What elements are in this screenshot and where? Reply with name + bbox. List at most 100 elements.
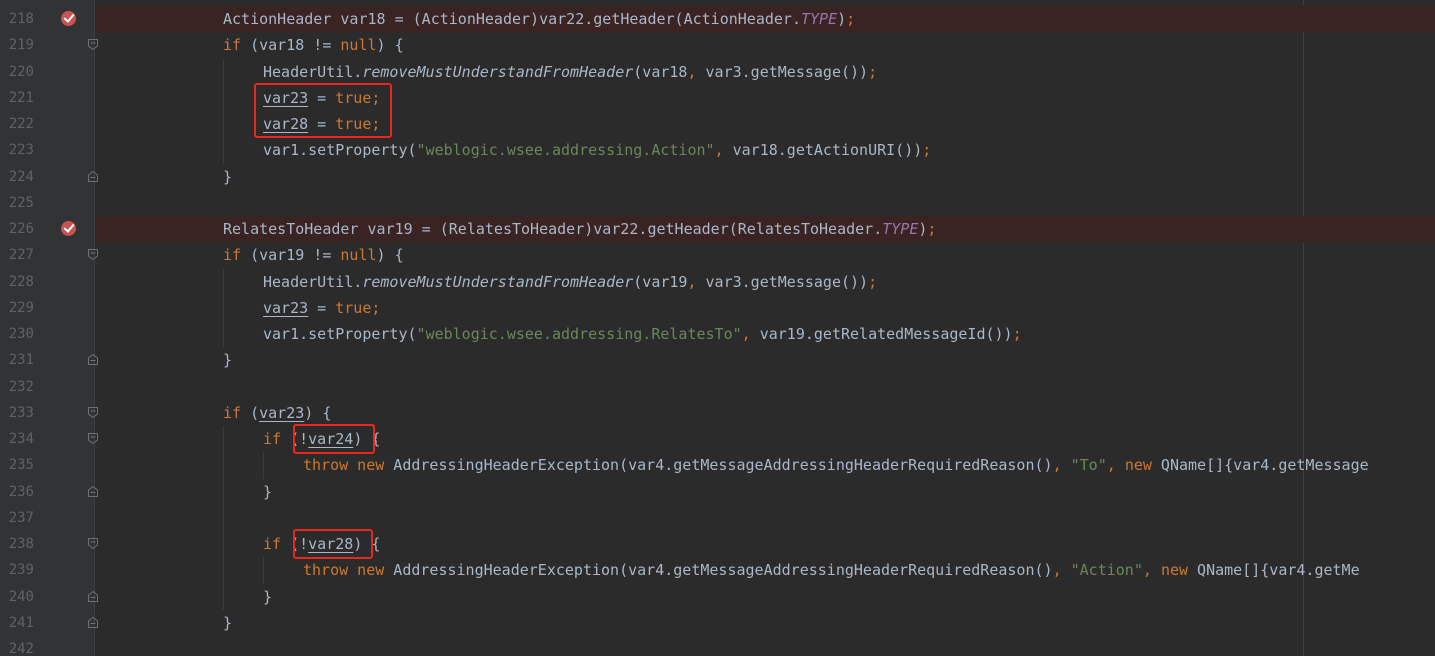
line-number[interactable]: 240 xyxy=(0,588,34,606)
code-text[interactable]: } xyxy=(263,587,272,607)
line-number[interactable]: 236 xyxy=(0,483,34,501)
fold-close-icon[interactable] xyxy=(88,485,98,497)
code-line[interactable]: 225 xyxy=(0,190,1435,216)
code-token: "weblogic.wsee.addressing.Action" xyxy=(416,141,715,160)
code-line[interactable]: 219 if (var18 != null) { xyxy=(0,32,1435,58)
code-line[interactable]: 226 RelatesToHeader var19 = (RelatesToHea… xyxy=(0,216,1435,243)
line-number[interactable]: 242 xyxy=(0,640,34,656)
code-text[interactable]: ActionHeader var18 = (ActionHeader)var22… xyxy=(223,9,855,29)
code-line[interactable]: 236} xyxy=(0,479,1435,505)
code-text[interactable]: RelatesToHeader var19 = (RelatesToHeader… xyxy=(223,219,936,239)
code-token: var3.getMessage()) xyxy=(705,62,869,81)
code-text[interactable]: } xyxy=(223,350,232,370)
fold-open-icon[interactable] xyxy=(88,538,98,549)
line-number[interactable]: 220 xyxy=(0,63,34,81)
line-number[interactable]: 234 xyxy=(0,430,34,448)
code-token: throw new xyxy=(303,456,385,475)
line-number[interactable]: 224 xyxy=(0,168,34,186)
code-text[interactable]: } xyxy=(263,482,272,502)
code-line[interactable]: 227 if (var19 != null) { xyxy=(0,242,1435,268)
code-line[interactable]: 234 if (!var24) { xyxy=(0,426,1435,452)
line-number[interactable]: 222 xyxy=(0,115,34,133)
code-text[interactable]: var23 = true; xyxy=(263,298,380,318)
code-line[interactable]: 229 var23 = true; xyxy=(0,295,1435,321)
code-text[interactable]: } xyxy=(223,613,232,633)
line-number[interactable]: 233 xyxy=(0,404,34,422)
line-number[interactable]: 230 xyxy=(0,325,34,343)
line-number[interactable]: 228 xyxy=(0,273,34,291)
line-number[interactable]: 235 xyxy=(0,456,34,474)
not-var24-highlight-box xyxy=(293,424,375,454)
code-token: , xyxy=(687,272,706,291)
code-text[interactable]: var1.setProperty("weblogic.wsee.addressi… xyxy=(263,324,1022,344)
code-token: ; xyxy=(868,272,878,291)
code-text[interactable]: throw new AddressingHeaderException(var4… xyxy=(303,560,1360,580)
code-token: ( xyxy=(241,403,260,422)
indent-guide xyxy=(223,268,224,348)
code-text[interactable]: HeaderUtil.removeMustUnderstandFromHeade… xyxy=(263,272,877,292)
line-number[interactable]: 232 xyxy=(0,378,34,396)
line-number[interactable]: 238 xyxy=(0,535,34,553)
code-token: } xyxy=(223,351,233,370)
line-number[interactable]: 221 xyxy=(0,89,34,107)
assign-true-highlight-box xyxy=(254,82,392,138)
fold-open-icon[interactable] xyxy=(88,433,98,444)
line-number[interactable]: 241 xyxy=(0,614,34,632)
line-number[interactable]: 219 xyxy=(0,36,34,54)
code-line[interactable]: 239 throw new AddressingHeaderException(v… xyxy=(0,557,1435,583)
code-text[interactable]: HeaderUtil.removeMustUnderstandFromHeade… xyxy=(263,62,877,82)
code-line[interactable]: 240} xyxy=(0,584,1435,610)
code-line[interactable]: 218 ActionHeader var18 = (ActionHeader)va… xyxy=(0,6,1435,33)
breakpoint-icon[interactable] xyxy=(61,221,76,236)
code-token: , xyxy=(714,141,733,160)
fold-open-icon[interactable] xyxy=(88,249,98,261)
line-number[interactable]: 225 xyxy=(0,194,34,212)
code-text[interactable]: if (var23) { xyxy=(223,403,331,423)
code-line[interactable]: 235 throw new AddressingHeaderException(v… xyxy=(0,452,1435,478)
code-line[interactable]: 241} xyxy=(0,610,1435,636)
code-token: QName[]{var4.getMe xyxy=(1188,561,1360,580)
line-number[interactable]: 239 xyxy=(0,561,34,579)
line-number[interactable]: 227 xyxy=(0,246,34,264)
code-line[interactable]: 232 xyxy=(0,374,1435,400)
line-number[interactable]: 218 xyxy=(0,10,34,28)
code-text[interactable]: if (var19 != null) { xyxy=(223,245,404,265)
code-token: var1.setProperty( xyxy=(263,141,417,160)
line-number[interactable]: 231 xyxy=(0,351,34,369)
code-token: ) { xyxy=(304,403,332,422)
line-number[interactable]: 223 xyxy=(0,141,34,159)
code-text[interactable]: } xyxy=(223,167,232,187)
code-line[interactable]: 223 var1.setProperty("weblogic.wsee.addre… xyxy=(0,137,1435,163)
code-text[interactable]: throw new AddressingHeaderException(var4… xyxy=(303,455,1369,475)
code-line[interactable]: 230 var1.setProperty("weblogic.wsee.addre… xyxy=(0,321,1435,347)
code-token: } xyxy=(263,482,273,501)
code-token: new xyxy=(1160,561,1189,580)
code-line[interactable]: 222 var28 = true; xyxy=(0,111,1435,137)
code-token: AddressingHeaderException(var4.getMessag… xyxy=(384,561,1053,580)
code-line[interactable]: 221 var23 = true; xyxy=(0,85,1435,111)
fold-close-icon[interactable] xyxy=(88,170,98,182)
code-line[interactable]: 238 if (!var28) { xyxy=(0,531,1435,557)
code-token: (var18 xyxy=(633,62,688,81)
line-number[interactable]: 226 xyxy=(0,220,34,238)
code-line[interactable]: 233 if (var23) { xyxy=(0,400,1435,426)
fold-open-icon[interactable] xyxy=(88,39,98,51)
code-line[interactable]: 237 xyxy=(0,505,1435,531)
fold-open-icon[interactable] xyxy=(88,406,98,418)
code-line[interactable]: 242 xyxy=(0,636,1435,656)
line-number[interactable]: 237 xyxy=(0,509,34,527)
code-text[interactable]: if (var18 != null) { xyxy=(223,35,404,55)
code-line[interactable]: 231} xyxy=(0,347,1435,373)
code-text[interactable]: var1.setProperty("weblogic.wsee.addressi… xyxy=(263,140,931,160)
line-number[interactable]: 229 xyxy=(0,299,34,317)
code-line[interactable]: 224} xyxy=(0,164,1435,190)
code-line[interactable]: 228 HeaderUtil.removeMustUnderstandFromHe… xyxy=(0,269,1435,295)
fold-close-icon[interactable] xyxy=(88,590,98,602)
code-token: ) xyxy=(837,10,847,28)
code-editor[interactable]: 218 ActionHeader var18 = (ActionHeader)va… xyxy=(0,0,1435,656)
code-token: , xyxy=(1106,456,1125,475)
fold-close-icon[interactable] xyxy=(88,354,98,366)
fold-close-icon[interactable] xyxy=(88,616,98,628)
breakpoint-icon[interactable] xyxy=(61,11,76,26)
code-line[interactable]: 220 HeaderUtil.removeMustUnderstandFromHe… xyxy=(0,59,1435,85)
